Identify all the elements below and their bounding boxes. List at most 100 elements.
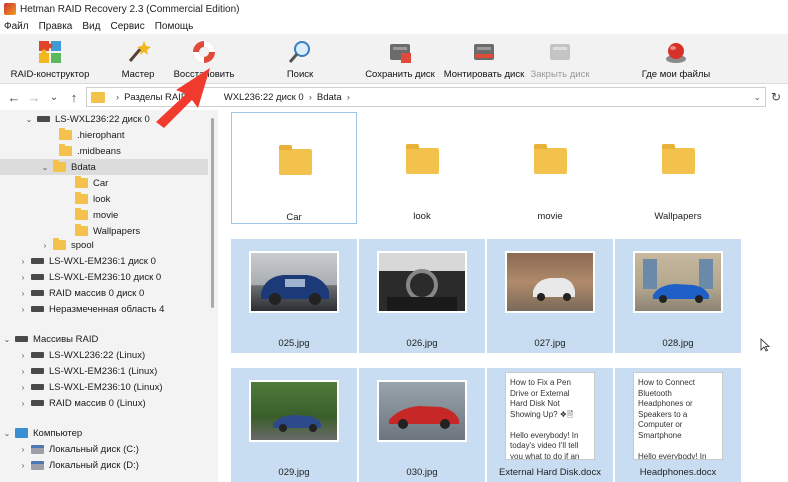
expand-chevron-icon[interactable]: ›	[18, 383, 28, 392]
lifebuoy-icon	[191, 39, 217, 65]
up-arrow-icon[interactable]: ↑	[64, 87, 84, 107]
tree-item-array-3[interactable]: › LS-WXL-EM236:10 (Linux)	[0, 379, 208, 395]
raid-builder-button[interactable]: RAID-конструктор	[8, 36, 92, 82]
hard-disk-icon	[31, 306, 44, 312]
local-drive-icon	[31, 444, 44, 454]
folder-icon	[279, 145, 312, 175]
tree-item-bdata[interactable]: ⌄ Bdata	[0, 159, 208, 175]
expand-chevron-icon[interactable]: ›	[18, 351, 28, 360]
history-chevron-icon[interactable]: ⌄	[44, 87, 64, 107]
tree-item-look[interactable]: look	[0, 191, 208, 207]
tree-item-car[interactable]: Car	[0, 175, 208, 191]
file-tile-headphones[interactable]: How to Connect Bluetooth Headphones or S…	[615, 368, 741, 482]
close-disk-button[interactable]: Закрыть диск	[528, 36, 592, 82]
tree-item-computer[interactable]: ⌄ Компьютер	[0, 425, 208, 441]
tree-item-local-d[interactable]: › Локальный диск (D:)	[0, 457, 208, 473]
breadcrumb-item-bdata[interactable]: Bdata	[317, 92, 342, 103]
forward-arrow-icon[interactable]: →	[24, 87, 44, 107]
folder-tree: ⌄ LS-WXL236:22 диск 0 .hierophant .midbe…	[0, 110, 208, 482]
hard-disk-icon	[37, 116, 50, 122]
breadcrumb-separator: ›	[308, 91, 312, 103]
collapse-chevron-icon[interactable]: ⌄	[24, 115, 34, 124]
expand-chevron-icon[interactable]: ›	[18, 367, 28, 376]
image-thumbnail	[249, 380, 339, 442]
computer-icon	[15, 428, 28, 438]
folder-tile-car[interactable]: Car	[231, 112, 357, 224]
window-title: Hetman RAID Recovery 2.3 (Commercial Edi…	[20, 3, 240, 15]
breadcrumb-separator: ›	[346, 91, 350, 103]
mount-disk-icon	[471, 39, 497, 65]
folder-icon	[53, 160, 66, 172]
file-tile-029[interactable]: 029.jpg	[231, 368, 357, 482]
back-arrow-icon[interactable]: ←	[4, 87, 24, 107]
puzzle-icon	[37, 39, 63, 65]
menu-help[interactable]: Помощь	[155, 21, 194, 32]
collapse-chevron-icon[interactable]: ⌄	[2, 429, 12, 438]
close-disk-icon	[547, 39, 573, 65]
collapse-chevron-icon[interactable]: ⌄	[2, 335, 12, 344]
menu-tools[interactable]: Сервис	[110, 21, 144, 32]
folder-icon	[406, 144, 439, 174]
folder-icon	[662, 144, 695, 174]
tree-item-raid0[interactable]: › RAID массив 0 диск 0	[0, 285, 208, 301]
hard-disk-icon	[31, 274, 44, 280]
local-drive-icon	[31, 460, 44, 470]
expand-chevron-icon[interactable]: ›	[18, 445, 28, 454]
tree-item-local-c[interactable]: › Локальный диск (C:)	[0, 441, 208, 457]
raid-array-icon	[15, 336, 28, 342]
expand-chevron-icon[interactable]: ›	[18, 305, 28, 314]
folder-icon	[75, 224, 88, 236]
menu-bar: Файл Правка Вид Сервис Помощь	[0, 18, 788, 34]
folder-icon	[534, 144, 567, 174]
chevron-down-icon[interactable]: ⌄	[753, 92, 761, 103]
file-tile-030[interactable]: 030.jpg	[359, 368, 485, 482]
where-my-files-button[interactable]: Где мои файлы	[636, 36, 716, 82]
tree-item-midbeans[interactable]: .midbeans	[0, 143, 208, 159]
red-button-icon	[663, 39, 689, 65]
file-tile-028[interactable]: 028.jpg	[615, 239, 741, 353]
tree-scrollbar[interactable]	[208, 110, 218, 482]
breadcrumb-item-disk[interactable]: WXL236:22 диск 0	[224, 92, 304, 103]
hard-disk-icon	[31, 258, 44, 264]
expand-chevron-icon[interactable]: ›	[18, 257, 28, 266]
tree-item-array-1[interactable]: › LS-WXL236:22 (Linux)	[0, 347, 208, 363]
tree-item-spool[interactable]: › spool	[0, 237, 208, 253]
tree-item-array-4[interactable]: › RAID массив 0 (Linux)	[0, 395, 208, 411]
scrollbar-thumb[interactable]	[211, 118, 214, 308]
file-tile-external-hard-disk[interactable]: How to Fix a Pen Drive or External Hard …	[487, 368, 613, 482]
save-disk-button[interactable]: Сохранить диск	[362, 36, 438, 82]
hard-disk-icon	[31, 352, 44, 358]
tree-item-raid-arrays[interactable]: ⌄ Массивы RAID	[0, 331, 208, 347]
tree-item-em10[interactable]: › LS-WXL-EM236:10 диск 0	[0, 269, 208, 285]
file-tile-025[interactable]: 025.jpg	[231, 239, 357, 353]
menu-view[interactable]: Вид	[82, 21, 100, 32]
tree-item-array-2[interactable]: › LS-WXL-EM236:1 (Linux)	[0, 363, 208, 379]
expand-chevron-icon[interactable]: ›	[18, 399, 28, 408]
expand-chevron-icon[interactable]: ›	[18, 289, 28, 298]
collapse-chevron-icon[interactable]: ⌄	[40, 163, 50, 172]
hard-disk-icon	[31, 290, 44, 296]
expand-chevron-icon[interactable]: ›	[40, 241, 50, 250]
search-button[interactable]: Поиск	[280, 36, 320, 82]
expand-chevron-icon[interactable]: ›	[18, 461, 28, 470]
mount-disk-button[interactable]: Монтировать диск	[440, 36, 528, 82]
file-tile-026[interactable]: 026.jpg	[359, 239, 485, 353]
menu-edit[interactable]: Правка	[39, 21, 73, 32]
document-preview: How to Connect Bluetooth Headphones or S…	[633, 372, 723, 460]
file-tile-027[interactable]: 027.jpg	[487, 239, 613, 353]
menu-file[interactable]: Файл	[4, 21, 29, 32]
folder-icon	[91, 91, 105, 103]
toolbar: RAID-конструктор Мастер Восстановить Пои…	[0, 34, 788, 84]
annotation-arrow-icon	[156, 68, 210, 128]
tree-item-unallocated[interactable]: › Неразмеченная область 4	[0, 301, 208, 317]
expand-chevron-icon[interactable]: ›	[18, 273, 28, 282]
tree-item-em1[interactable]: › LS-WXL-EM236:1 диск 0	[0, 253, 208, 269]
folder-tile-wallpapers[interactable]: Wallpapers	[615, 112, 741, 224]
refresh-icon[interactable]: ↻	[768, 89, 784, 105]
app-icon	[4, 3, 16, 15]
tree-item-movie[interactable]: movie	[0, 207, 208, 223]
folder-tile-movie[interactable]: movie	[487, 112, 613, 224]
title-bar: Hetman RAID Recovery 2.3 (Commercial Edi…	[0, 0, 788, 18]
folder-icon	[75, 192, 88, 204]
folder-tile-look[interactable]: look	[359, 112, 485, 224]
